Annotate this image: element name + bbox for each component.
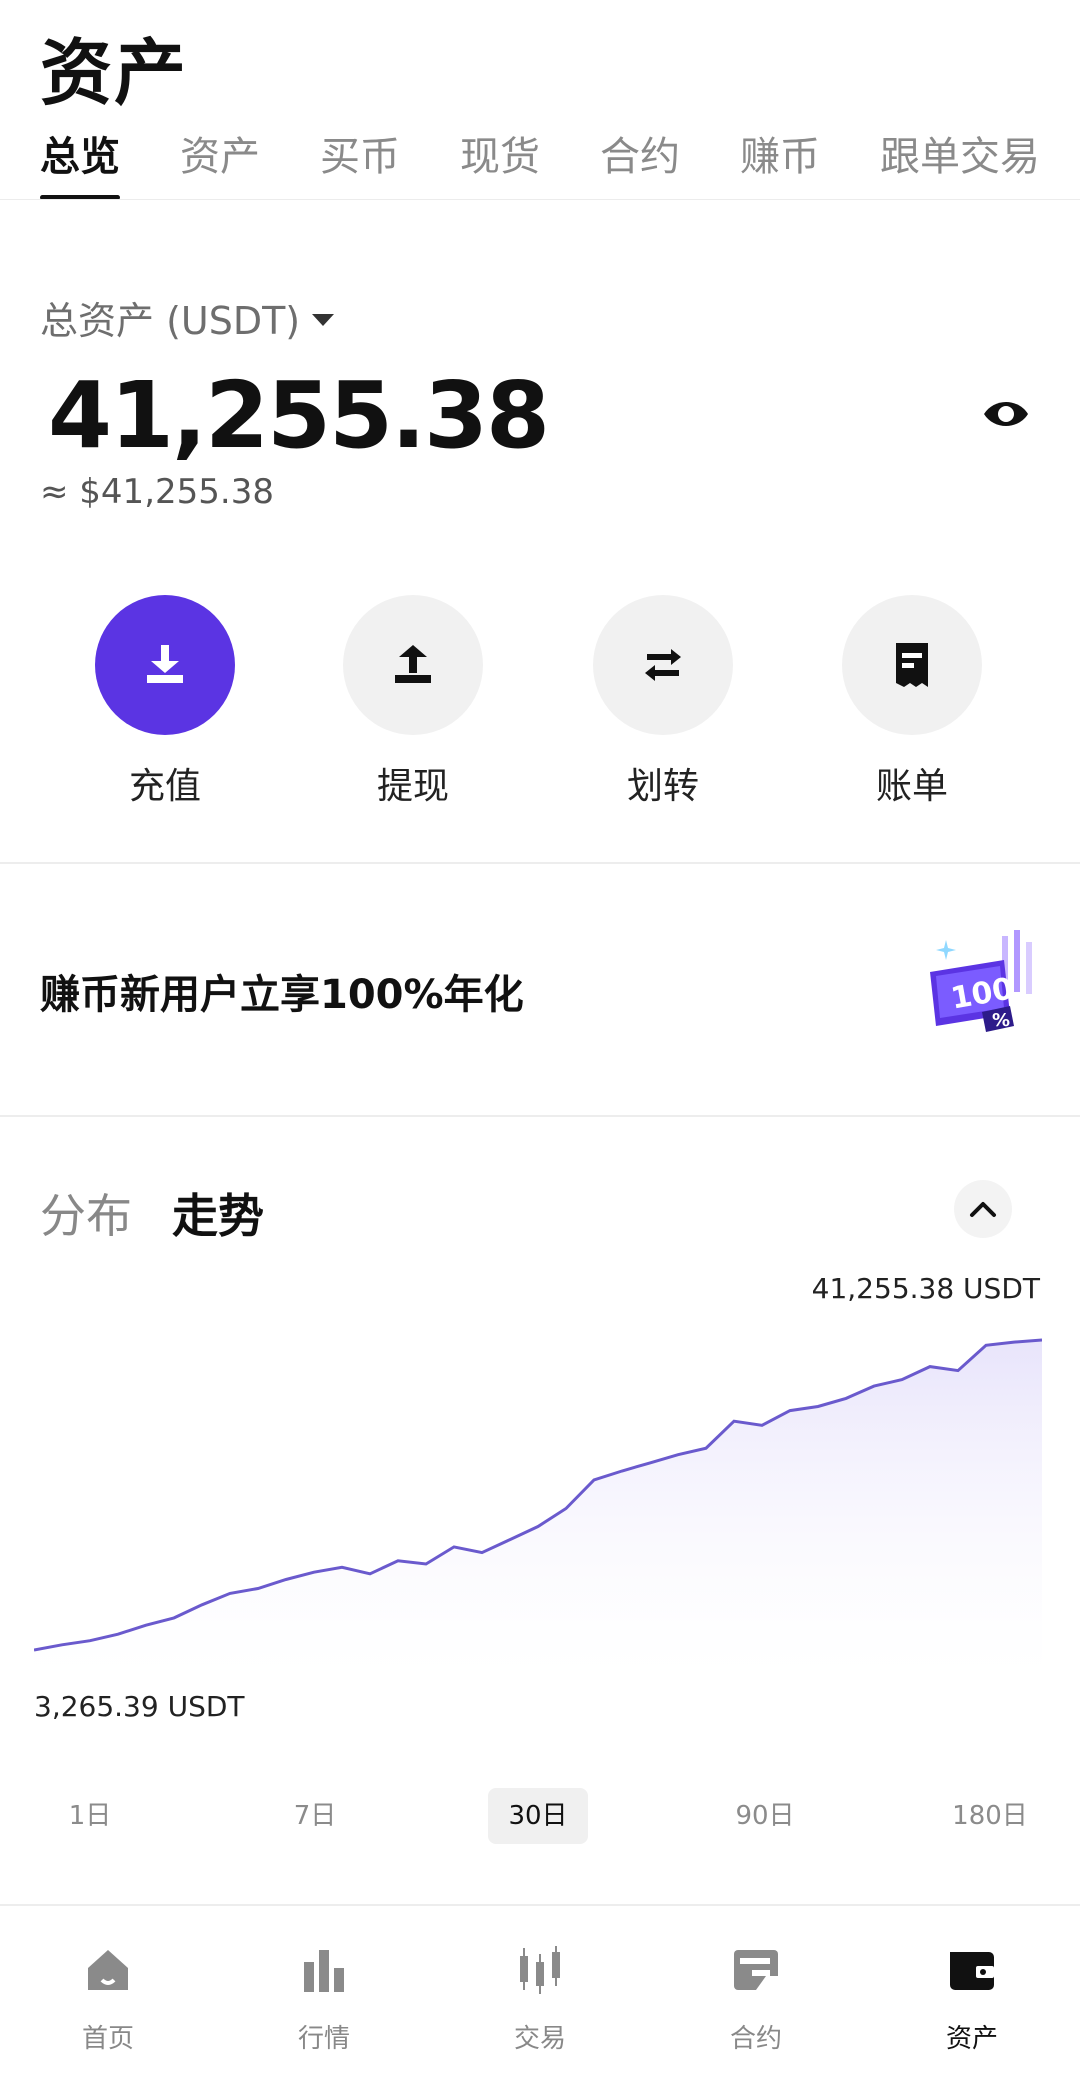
- nav-market[interactable]: 行情: [244, 1940, 404, 2055]
- nav-trade[interactable]: 交易: [460, 1940, 620, 2055]
- earn-promo-banner[interactable]: 赚币新用户立享100%年化: [40, 962, 524, 1020]
- nav-futures-label: 合约: [729, 2024, 782, 2054]
- quick-actions: 充值 提现 划转 账单: [0, 595, 1080, 807]
- wallet-icon: [942, 1940, 1002, 2000]
- total-assets-selector[interactable]: 总资产 (USDT): [40, 290, 335, 345]
- bill-button[interactable]: 账单: [812, 595, 1012, 809]
- tabs-divider: [0, 199, 1080, 200]
- asset-tabs: 总览 资产 买币 现货 合约 赚币 跟单交易: [40, 128, 1080, 200]
- withdraw-button[interactable]: 提现: [313, 595, 513, 809]
- nav-home[interactable]: 首页: [28, 1940, 188, 2055]
- range-1d[interactable]: 1日: [50, 1788, 130, 1844]
- transfer-button[interactable]: 划转: [563, 595, 763, 809]
- deposit-icon: [95, 595, 235, 735]
- deposit-button[interactable]: 充值: [65, 595, 265, 809]
- market-chart-icon: [294, 1940, 354, 2000]
- chevron-up-icon[interactable]: [954, 1180, 1012, 1238]
- range-7d[interactable]: 7日: [275, 1788, 355, 1844]
- futures-icon: [726, 1940, 786, 2000]
- tab-overview[interactable]: 总览: [40, 128, 120, 200]
- home-icon: [78, 1940, 138, 2000]
- range-30d[interactable]: 30日: [488, 1788, 588, 1844]
- bottom-nav-divider: [0, 1904, 1080, 1906]
- range-90d[interactable]: 90日: [720, 1788, 810, 1844]
- chart-area-fill: [34, 1340, 1042, 1680]
- withdraw-label: 提现: [376, 766, 449, 807]
- total-assets-value: 41,255.38: [48, 362, 550, 469]
- tab-futures[interactable]: 合约: [600, 128, 680, 200]
- range-180d[interactable]: 180日: [940, 1788, 1040, 1844]
- total-assets-approx-usd: ≈ $41,255.38: [40, 472, 274, 512]
- page-title: 资产: [40, 31, 189, 115]
- chart-min-label: 3,265.39 USDT: [34, 1690, 245, 1723]
- tab-buy-crypto[interactable]: 买币: [320, 128, 400, 200]
- withdraw-icon: [343, 595, 483, 735]
- time-range-selector: 1日 7日 30日 90日 180日: [0, 1788, 1080, 1844]
- eye-icon[interactable]: [980, 392, 1032, 436]
- svg-text:%: %: [992, 1010, 1010, 1031]
- asset-trend-chart: [34, 1338, 1042, 1680]
- caret-down-icon: [312, 313, 335, 326]
- total-assets-label: 总资产 (USDT): [40, 299, 301, 343]
- nav-futures[interactable]: 合约: [676, 1940, 836, 2055]
- nav-market-label: 行情: [297, 2024, 350, 2054]
- section-divider: [0, 1115, 1080, 1117]
- nav-assets[interactable]: 资产: [892, 1940, 1052, 2055]
- 100-percent-badge-icon: 100 %: [918, 922, 1038, 1042]
- bill-label: 账单: [875, 766, 948, 807]
- deposit-label: 充值: [128, 766, 201, 807]
- nav-home-label: 首页: [81, 2024, 134, 2054]
- segment-distribution[interactable]: 分布: [40, 1180, 132, 1246]
- bottom-nav: 首页 行情 交易 合约 资产: [0, 1940, 1080, 2080]
- segment-trend[interactable]: 走势: [172, 1180, 264, 1246]
- trade-candles-icon: [510, 1940, 570, 2000]
- nav-trade-label: 交易: [513, 2024, 566, 2054]
- chart-max-label: 41,255.38 USDT: [811, 1272, 1040, 1305]
- tab-copy-trading[interactable]: 跟单交易: [880, 128, 1040, 200]
- tab-assets[interactable]: 资产: [180, 128, 260, 200]
- section-divider: [0, 862, 1080, 864]
- tab-spot[interactable]: 现货: [460, 128, 540, 200]
- transfer-label: 划转: [626, 766, 699, 807]
- tab-earn[interactable]: 赚币: [740, 128, 820, 200]
- bill-icon: [842, 595, 982, 735]
- transfer-icon: [593, 595, 733, 735]
- nav-assets-label: 资产: [945, 2024, 998, 2054]
